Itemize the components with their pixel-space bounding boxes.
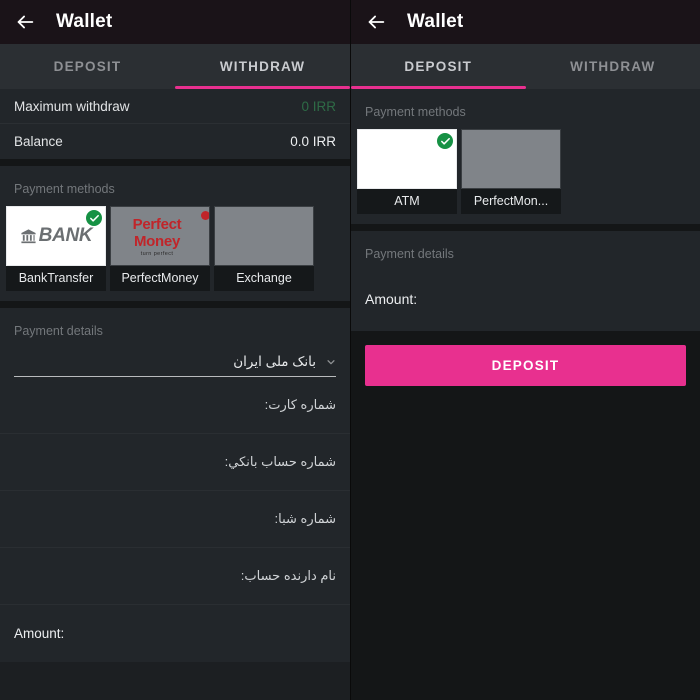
deposit-screen-panel: Wallet DEPOSIT WITHDRAW Payment methods (350, 0, 700, 700)
payment-methods-label: Payment methods (365, 105, 466, 119)
tab-bar-withdraw: DEPOSIT WITHDRAW (0, 44, 350, 89)
section-divider (0, 159, 350, 166)
tab-indicator (351, 86, 526, 89)
amount-field[interactable]: Amount: (0, 605, 350, 662)
bank-select-value: بانک ملی ایران (233, 354, 316, 369)
page-title: Wallet (56, 11, 113, 32)
withdraw-screen-panel: Wallet DEPOSIT WITHDRAW Maximum withdraw… (0, 0, 350, 700)
bank-select[interactable]: بانک ملی ایران (14, 354, 336, 377)
tab-withdraw[interactable]: WITHDRAW (175, 44, 350, 89)
perfect-money-logo-text: Perfect Money (132, 215, 182, 250)
payment-method-thumb: BANK (6, 206, 106, 266)
payment-method-name: BankTransfer (6, 266, 106, 291)
check-circle-icon (86, 210, 102, 226)
maximum-withdraw-label: Maximum withdraw (14, 98, 130, 114)
tab-bar-deposit: DEPOSIT WITHDRAW (351, 44, 700, 89)
appbar-withdraw: Wallet (0, 0, 350, 44)
deposit-button[interactable]: DEPOSIT (365, 345, 686, 386)
payment-details-section-deposit: Payment details Amount: (351, 231, 700, 331)
payment-method-exchange[interactable]: Exchange (214, 206, 314, 291)
tab-indicator (175, 86, 350, 89)
payment-method-name: Exchange (214, 266, 314, 291)
balance-value: 0.0 IRR (290, 134, 336, 149)
account-holder-name-label: نام دارنده حساب: (240, 568, 336, 583)
section-divider (0, 301, 350, 308)
tab-withdraw[interactable]: WITHDRAW (526, 44, 700, 89)
perfect-money-logo-icon: Perfect Money turn perfect (111, 210, 209, 257)
balance-label: Balance (14, 134, 63, 149)
bank-logo-icon: BANK (20, 225, 93, 247)
payment-method-thumb (461, 129, 561, 189)
account-holder-name-field[interactable]: نام دارنده حساب: (0, 548, 350, 605)
arrow-left-icon[interactable] (365, 11, 387, 33)
tab-deposit[interactable]: DEPOSIT (351, 44, 526, 89)
payment-method-name: ATM (357, 189, 457, 214)
payment-method-name: PerfectMoney (110, 266, 210, 291)
payment-method-perfectmoney[interactable]: PerfectMon... (461, 129, 561, 214)
perfect-money-logo-subtext: turn perfect (140, 250, 174, 257)
bank-account-number-field[interactable]: شماره حساب بانكي: (0, 434, 350, 491)
payment-method-atm[interactable]: ATM (357, 129, 457, 214)
balance-summary-section: Maximum withdraw 0 IRR Balance 0.0 IRR (0, 89, 350, 159)
payment-method-name: PerfectMon... (461, 189, 561, 214)
amount-field[interactable]: Amount: (351, 271, 700, 331)
appbar-deposit: Wallet (351, 0, 700, 44)
section-divider (351, 224, 700, 231)
bank-account-number-label: شماره حساب بانكي: (224, 454, 336, 469)
maximum-withdraw-value: 0 IRR (301, 98, 336, 114)
empty-area (351, 400, 700, 700)
perfect-money-dot-icon (201, 210, 209, 220)
bank-logo-text: BANK (38, 225, 93, 246)
iban-sheba-label: شماره شبا: (274, 511, 336, 526)
tab-deposit[interactable]: DEPOSIT (0, 44, 175, 89)
payment-method-thumb: Perfect Money turn perfect (110, 206, 210, 266)
payment-method-banktransfer[interactable]: BANK BankTransfer (6, 206, 106, 291)
payment-methods-label: Payment methods (14, 182, 115, 196)
payment-methods-list: BANK BankTransfer Perfect Money turn per… (0, 206, 350, 301)
iban-sheba-field[interactable]: شماره شبا: (0, 491, 350, 548)
payment-method-thumb (357, 129, 457, 189)
payment-methods-list: ATM PerfectMon... (351, 129, 700, 224)
deposit-cta-container: DEPOSIT (351, 331, 700, 400)
amount-label: Amount: (365, 291, 418, 307)
payment-details-label: Payment details (14, 324, 103, 338)
payment-details-section-withdraw: Payment details بانک ملی ایران شماره کار… (0, 308, 350, 662)
arrow-left-icon[interactable] (14, 11, 36, 33)
dual-screenshot-container: Wallet DEPOSIT WITHDRAW Maximum withdraw… (0, 0, 700, 700)
amount-label: Amount: (14, 626, 65, 641)
payment-method-perfectmoney[interactable]: Perfect Money turn perfect PerfectMoney (110, 206, 210, 291)
row-balance: Balance 0.0 IRR (0, 124, 350, 159)
payment-methods-section-deposit: Payment methods ATM PerfectMon... (351, 89, 700, 224)
payment-method-thumb (214, 206, 314, 266)
card-number-label: شماره کارت: (264, 397, 336, 412)
payment-details-label: Payment details (365, 247, 454, 261)
chevron-down-icon (326, 357, 336, 367)
check-circle-icon (437, 133, 453, 149)
row-maximum-withdraw: Maximum withdraw 0 IRR (0, 89, 350, 124)
page-title: Wallet (407, 11, 464, 32)
payment-methods-section-withdraw: Payment methods BANK BankTransfer Perfec… (0, 166, 350, 301)
card-number-field[interactable]: شماره کارت: (0, 377, 350, 434)
